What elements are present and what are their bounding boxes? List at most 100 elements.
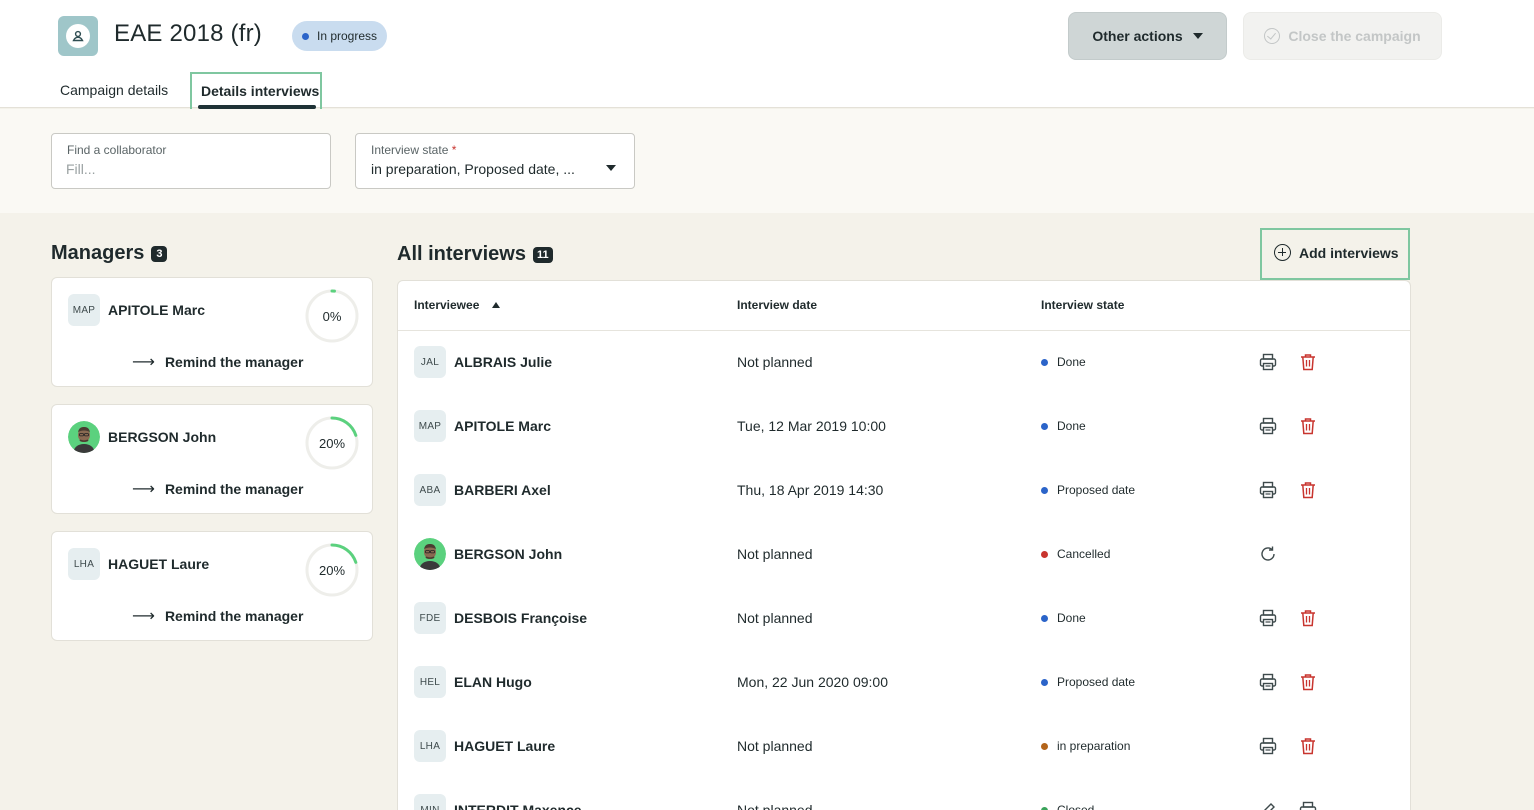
- state-dot: [1041, 550, 1048, 558]
- edit-icon[interactable]: [1258, 800, 1278, 810]
- interviewee-name[interactable]: INTERDIT Maxence: [454, 802, 582, 810]
- other-actions-label: Other actions: [1092, 28, 1183, 44]
- remind-manager-label: Remind the manager: [164, 481, 304, 497]
- interview-state-label: Done: [1057, 611, 1086, 625]
- other-actions-button[interactable]: Other actions: [1068, 12, 1227, 60]
- add-interviews-highlight: Add interviews: [1260, 228, 1410, 280]
- status-label: In progress: [317, 29, 378, 43]
- interviewee-name[interactable]: ELAN Hugo: [454, 674, 532, 690]
- interviewee-avatar: JAL: [414, 346, 446, 378]
- interview-date: Not planned: [737, 546, 813, 562]
- interview-state-label: Proposed date: [1057, 675, 1136, 689]
- interviewee-avatar: ABA: [414, 474, 446, 506]
- manager-card: LHA HAGUET Laure 20% ⟶ Remind the manager: [51, 531, 373, 641]
- manager-progress-label: 20%: [318, 562, 346, 578]
- remind-manager-label: Remind the manager: [164, 354, 304, 370]
- arrow-right-icon: ⟶: [132, 481, 155, 498]
- add-interviews-button[interactable]: Add interviews: [1274, 244, 1399, 261]
- interview-state: Done: [1041, 611, 1086, 625]
- state-dot: [1041, 422, 1048, 430]
- interview-state: in preparation: [1041, 739, 1130, 753]
- remind-manager-button[interactable]: ⟶ Remind the manager: [132, 352, 303, 372]
- print-icon[interactable]: [1258, 416, 1278, 436]
- trash-icon[interactable]: [1298, 672, 1318, 692]
- trash-icon[interactable]: [1298, 480, 1318, 500]
- column-interviewee-label: Interviewee: [414, 298, 480, 312]
- interview-state-label: Closed: [1057, 803, 1095, 810]
- interviewee-avatar: LHA: [414, 730, 446, 762]
- interviewee-name[interactable]: APITOLE Marc: [454, 418, 551, 434]
- print-icon[interactable]: [1258, 736, 1278, 756]
- manager-avatar: MAP: [68, 294, 100, 326]
- interview-state-label: Proposed date: [1057, 483, 1136, 497]
- campaign-icon: [58, 16, 98, 56]
- tab-campaign-details[interactable]: Campaign details: [60, 82, 168, 98]
- arrow-right-icon: ⟶: [132, 608, 155, 625]
- interviewee-name[interactable]: BARBERI Axel: [454, 482, 551, 498]
- manager-name: HAGUET Laure: [108, 556, 210, 572]
- column-interview-date[interactable]: Interview date: [737, 298, 817, 312]
- interview-state: Done: [1041, 419, 1086, 433]
- interview-state: Closed: [1041, 803, 1094, 810]
- interview-state: Proposed date: [1041, 675, 1135, 689]
- manager-avatar: LHA: [68, 548, 100, 580]
- managers-title-text: Managers: [51, 242, 145, 264]
- manager-name: APITOLE Marc: [108, 302, 205, 318]
- interviewee-name[interactable]: ALBRAIS Julie: [454, 354, 552, 370]
- find-collaborator-label: Find a collaborator: [67, 143, 167, 157]
- interviewee-avatar-photo: [414, 538, 446, 570]
- print-icon[interactable]: [1258, 672, 1278, 692]
- interview-state-select[interactable]: Interview state * in preparation, Propos…: [355, 133, 635, 189]
- interview-date: Not planned: [737, 354, 813, 370]
- close-campaign-button[interactable]: Close the campaign: [1243, 12, 1442, 60]
- interviews-table: Interviewee Interview date Interview sta…: [397, 280, 1411, 810]
- column-interviewee[interactable]: Interviewee: [414, 298, 501, 312]
- trash-icon[interactable]: [1298, 608, 1318, 628]
- interview-date: Thu, 18 Apr 2019 14:30: [737, 482, 884, 498]
- interview-state-label: Done: [1057, 355, 1086, 369]
- header: EAE 2018 (fr) In progress Other actions …: [0, 0, 1534, 121]
- interviews-title: All interviews 11: [397, 243, 553, 266]
- table-header: Interviewee Interview date Interview sta…: [398, 281, 1410, 331]
- trash-icon[interactable]: [1298, 736, 1318, 756]
- interview-state-label: Interview state *: [371, 143, 457, 157]
- print-icon[interactable]: [1258, 608, 1278, 628]
- manager-progress-ring: 0%: [304, 288, 360, 344]
- print-icon[interactable]: [1298, 800, 1318, 810]
- find-collaborator-input[interactable]: [66, 161, 306, 177]
- interviewee-name[interactable]: HAGUET Laure: [454, 738, 555, 754]
- interview-state-label: Done: [1057, 419, 1086, 433]
- remind-manager-label: Remind the manager: [164, 608, 304, 624]
- table-row: MIN INTERDIT Maxence Not planned Closed: [398, 778, 1410, 810]
- required-mark: *: [451, 143, 457, 157]
- state-dot: [1041, 614, 1048, 622]
- interviewee-name[interactable]: DESBOIS Françoise: [454, 610, 587, 626]
- interviewee-name[interactable]: BERGSON John: [454, 546, 562, 562]
- interview-date: Not planned: [737, 802, 813, 810]
- print-icon[interactable]: [1258, 480, 1278, 500]
- state-dot: [1041, 486, 1048, 494]
- state-dot: [1041, 742, 1048, 750]
- find-collaborator-field[interactable]: Find a collaborator: [51, 133, 331, 189]
- table-row: MAP APITOLE Marc Tue, 12 Mar 2019 10:00 Don…: [398, 394, 1410, 458]
- trash-icon[interactable]: [1298, 416, 1318, 436]
- refresh-icon[interactable]: [1258, 544, 1278, 564]
- manager-name: BERGSON John: [108, 429, 217, 445]
- column-interview-state[interactable]: Interview state: [1041, 298, 1124, 312]
- add-interviews-label: Add interviews: [1299, 244, 1399, 261]
- remind-manager-button[interactable]: ⟶ Remind the manager: [132, 479, 303, 499]
- print-icon[interactable]: [1258, 352, 1278, 372]
- interview-state-value: in preparation, Proposed date, ...: [371, 161, 575, 177]
- check-circle-icon: [1264, 28, 1281, 44]
- arrow-right-icon: ⟶: [132, 354, 155, 371]
- tab-details-interviews[interactable]: Details interviews: [201, 83, 319, 99]
- manager-avatar-photo: [68, 421, 100, 453]
- remind-manager-button[interactable]: ⟶ Remind the manager: [132, 606, 303, 626]
- manager-card: MAP APITOLE Marc 0% ⟶ Remind the manager: [51, 277, 373, 387]
- table-row: FDE DESBOIS Françoise Not planned Done: [398, 586, 1410, 650]
- trash-icon[interactable]: [1298, 352, 1318, 372]
- interviewee-avatar: MAP: [414, 410, 446, 442]
- interviewee-avatar: FDE: [414, 602, 446, 634]
- table-row: HEL ELAN Hugo Mon, 22 Jun 2020 09:00 Propos…: [398, 650, 1410, 714]
- interviewee-avatar: HEL: [414, 666, 446, 698]
